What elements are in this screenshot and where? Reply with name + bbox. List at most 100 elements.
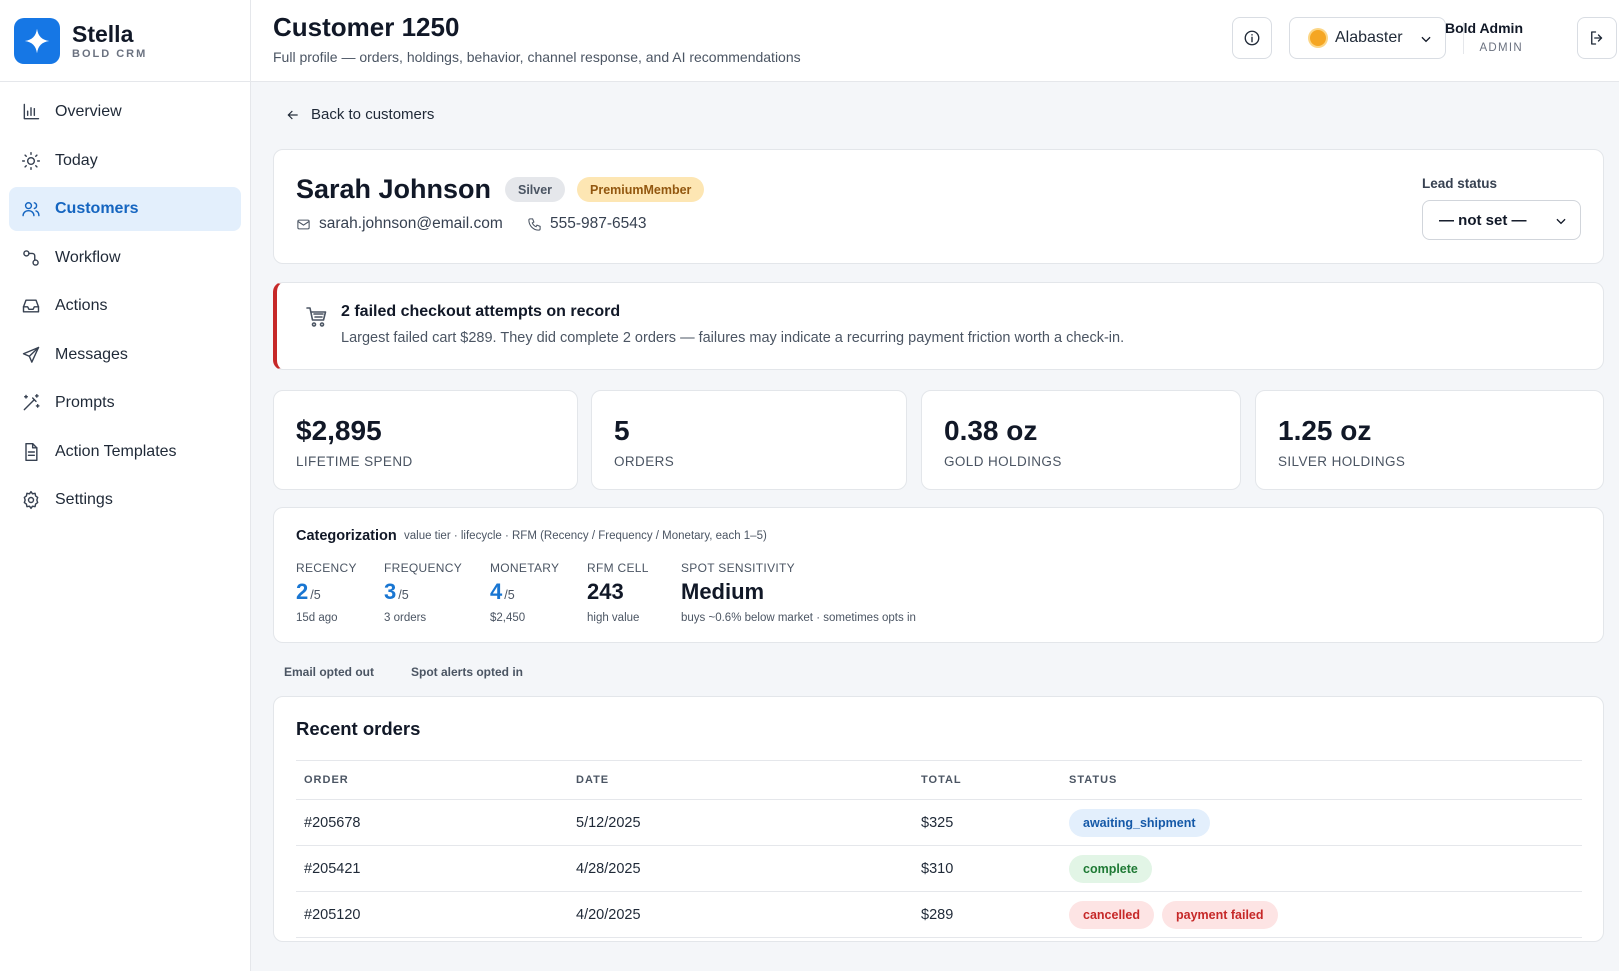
- lead-status-label: Lead status: [1422, 176, 1498, 191]
- table-row[interactable]: #205120 4/20/2025 $289 cancelled payment…: [296, 892, 1582, 938]
- stat-value: 1.25 oz: [1278, 415, 1372, 446]
- stat-label: SILVER HOLDINGS: [1278, 454, 1406, 469]
- sidebar-item-label: Overview: [55, 103, 122, 120]
- sidebar-item-label: Action Templates: [55, 442, 177, 460]
- sidebar-item-label: Actions: [55, 297, 108, 314]
- gear-icon: [23, 490, 39, 510]
- document-icon: [25, 442, 38, 461]
- user-name: Bold Admin: [1444, 20, 1523, 36]
- metric-value: 2/5: [296, 579, 357, 607]
- stat-orders: 5 ORDERS: [591, 390, 907, 490]
- customer-profile-card: Sarah Johnson Silver PremiumMember sarah…: [273, 149, 1604, 264]
- order-id[interactable]: #205421: [304, 846, 360, 891]
- stat-label: GOLD HOLDINGS: [944, 454, 1062, 469]
- order-status: cancelled payment failed: [1069, 892, 1286, 937]
- order-id[interactable]: #205678: [304, 800, 360, 845]
- stat-gold-holdings: 0.38 oz GOLD HOLDINGS: [921, 390, 1241, 490]
- logout-icon: [1591, 31, 1603, 45]
- metric-score: 4: [490, 579, 503, 604]
- chevron-down-icon: [1556, 218, 1566, 225]
- brand[interactable]: Stella BOLD CRM: [0, 0, 250, 82]
- orders-table: ORDER DATE TOTAL STATUS #205678 5/12/202…: [296, 760, 1582, 938]
- info-icon: [1244, 30, 1260, 46]
- metric-denominator: /5: [398, 588, 409, 602]
- sidebar-item-label: Workflow: [55, 248, 121, 266]
- top-bar: Customer 1250 Full profile — orders, hol…: [251, 0, 1619, 82]
- metric-label: FREQUENCY: [384, 561, 463, 575]
- metric-value: 3/5: [384, 579, 462, 607]
- metric-score: 3: [384, 579, 397, 604]
- customer-phone[interactable]: 555-987-6543: [527, 215, 647, 233]
- metric-sub: 15d ago: [296, 612, 338, 624]
- sidebar-item-customers[interactable]: Customers: [9, 187, 241, 231]
- metric-sub: $2,450: [490, 612, 526, 624]
- member-badge: PremiumMember: [577, 177, 705, 202]
- stat-value: 5: [614, 415, 630, 446]
- customer-phone-text: 555-987-6543: [550, 215, 647, 232]
- theme-select[interactable]: Alabaster: [1289, 17, 1446, 59]
- stat-label: ORDERS: [614, 454, 675, 469]
- logout-button[interactable]: [1577, 17, 1617, 59]
- phone-icon: [528, 217, 541, 231]
- metric-label: MONETARY: [490, 561, 560, 575]
- sidebar-item-messages[interactable]: Messages: [9, 333, 241, 377]
- info-button[interactable]: [1232, 17, 1272, 59]
- lead-status-select[interactable]: — not set —: [1422, 200, 1581, 240]
- order-id[interactable]: #205120: [304, 892, 360, 937]
- brand-subtitle: BOLD CRM: [72, 47, 148, 60]
- status-badge: complete: [1069, 854, 1152, 883]
- back-to-customers-link[interactable]: Back to customers: [285, 106, 434, 123]
- mail-icon: [297, 219, 310, 229]
- status-badge: payment failed: [1161, 900, 1278, 929]
- sidebar-item-prompts[interactable]: Prompts: [9, 381, 241, 425]
- sun-icon: [21, 151, 41, 170]
- stat-value: 0.38 oz: [944, 415, 1038, 446]
- sparkle-logo-icon: [14, 17, 60, 64]
- page-title: Customer 1250: [273, 12, 460, 42]
- sidebar-item-actions[interactable]: Actions: [9, 284, 241, 328]
- spot-alerts-preference-tag: Spot alerts opted in: [411, 665, 524, 679]
- metric-label: SPOT SENSITIVITY: [681, 561, 795, 575]
- sidebar-item-today[interactable]: Today: [9, 139, 241, 183]
- arrow-left-icon: [287, 110, 298, 119]
- sun-icon: [1310, 30, 1326, 46]
- order-status: complete: [1069, 846, 1160, 891]
- customer-email[interactable]: sarah.johnson@email.com: [296, 215, 503, 233]
- metric-value: 243: [587, 579, 624, 604]
- column-header[interactable]: DATE: [576, 761, 609, 799]
- metric-value: Medium: [681, 579, 765, 604]
- order-status: awaiting_shipment: [1069, 800, 1218, 845]
- metric-sub: 3 orders: [384, 612, 427, 624]
- inbox-icon: [22, 299, 40, 313]
- brand-name: Stella: [72, 20, 134, 47]
- order-total: $310: [921, 860, 954, 877]
- email-preference-tag: Email opted out: [284, 665, 374, 679]
- categorization-hint: value tier · lifecycle · RFM (Recency / …: [404, 530, 767, 542]
- metric-rfm-cell: RFM CELL 243 high value: [587, 561, 649, 624]
- chevron-down-icon: [1421, 36, 1431, 43]
- page-subtitle: Full profile — orders, holdings, behavio…: [273, 49, 801, 65]
- sidebar-item-action-templates[interactable]: Action Templates: [9, 430, 241, 474]
- sidebar-item-overview[interactable]: Overview: [9, 90, 241, 134]
- stat-lifetime-spend: $2,895 LIFETIME SPEND: [273, 390, 578, 490]
- metric-denominator: /5: [310, 588, 321, 602]
- column-header[interactable]: STATUS: [1069, 761, 1117, 799]
- workflow-icon: [23, 249, 39, 266]
- order-date: 5/12/2025: [576, 814, 641, 831]
- table-row[interactable]: #205678 5/12/2025 $325 awaiting_shipment: [296, 800, 1582, 846]
- sidebar-item-settings[interactable]: Settings: [9, 478, 241, 522]
- back-link-label: Back to customers: [311, 106, 435, 123]
- stat-label: LIFETIME SPEND: [296, 454, 413, 469]
- alert-title: 2 failed checkout attempts on record: [341, 303, 621, 320]
- user-role: ADMIN: [1479, 42, 1523, 54]
- metric-value: 4/5: [490, 579, 559, 607]
- wand-icon: [23, 393, 40, 411]
- order-total: $289: [921, 906, 954, 923]
- metric-sub: high value: [587, 612, 640, 624]
- status-badge: awaiting_shipment: [1069, 808, 1210, 837]
- sidebar-item-label: Customers: [55, 200, 139, 217]
- column-header[interactable]: ORDER: [304, 761, 349, 799]
- sidebar-item-workflow[interactable]: Workflow: [9, 236, 241, 280]
- column-header[interactable]: TOTAL: [921, 761, 962, 799]
- table-row[interactable]: #205421 4/28/2025 $310 complete: [296, 846, 1582, 892]
